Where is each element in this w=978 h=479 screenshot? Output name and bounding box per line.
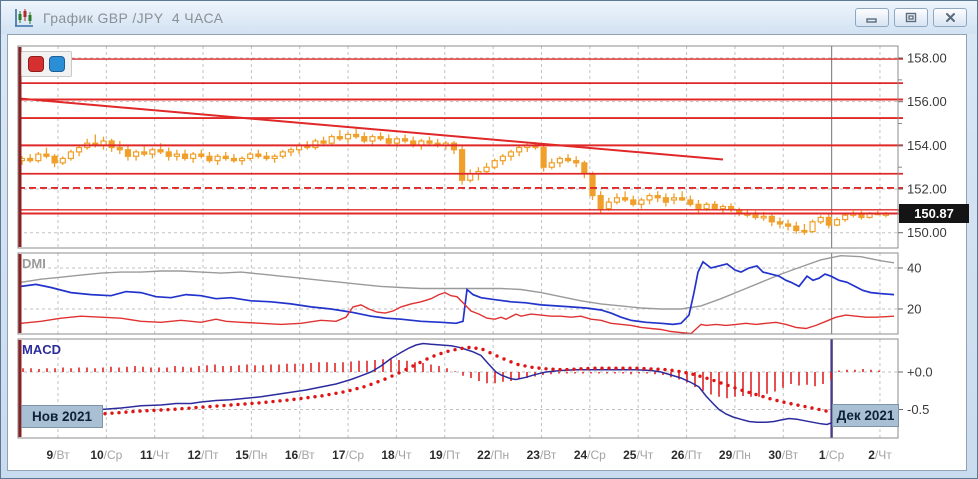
candles-layer [18, 127, 890, 235]
svg-text:156.00: 156.00 [907, 94, 947, 109]
svg-text:15/Пн: 15/Пн [235, 448, 267, 462]
current-price-tag: 150.87 [899, 204, 969, 223]
svg-text:+0.0: +0.0 [907, 365, 933, 380]
x-axis-labels: 9/Вт 10/Ср 11/Чт 12/Пт 15/Пн 16/Вт 17/Ср 18/Чт 1… [46, 448, 892, 462]
month-label-dec: Дек 2021 [832, 404, 899, 427]
svg-text:150.00: 150.00 [907, 225, 947, 240]
svg-text:30/Вт: 30/Вт [768, 448, 798, 462]
svg-text:-0.5: -0.5 [907, 402, 929, 417]
svg-text:23/Вт: 23/Вт [527, 448, 557, 462]
gridlines [18, 46, 898, 438]
dmi-axis: 40 20 [898, 260, 921, 316]
svg-text:12/Пт: 12/Пт [188, 448, 219, 462]
dmi-panel-label: DMI [22, 256, 46, 271]
svg-text:11/Чт: 11/Чт [140, 448, 170, 462]
blue-marker-button[interactable] [49, 56, 65, 72]
svg-text:22/Пн: 22/Пн [477, 448, 509, 462]
minus-di-line [20, 291, 895, 335]
svg-text:158.00: 158.00 [907, 51, 947, 66]
panel-borders [17, 45, 899, 439]
svg-text:16/Вт: 16/Вт [285, 448, 315, 462]
app-window: График GBP /JPY 4 ЧАСА 158.00 156.00 154.0… [0, 0, 978, 479]
svg-text:152.00: 152.00 [907, 182, 947, 197]
adx-line [20, 254, 895, 310]
svg-text:40: 40 [907, 260, 921, 275]
month-label-nov: Нов 2021 [21, 405, 103, 428]
svg-text:20: 20 [907, 301, 921, 316]
svg-text:18/Чт: 18/Чт [381, 448, 412, 462]
svg-text:9/Вт: 9/Вт [46, 448, 70, 462]
svg-text:10/Ср: 10/Ср [90, 448, 122, 462]
trendline [17, 97, 724, 161]
svg-text:1/Ср: 1/Ср [819, 448, 845, 462]
svg-text:17/Ср: 17/Ср [332, 448, 364, 462]
macd-axis: +0.0 -0.5 [898, 365, 933, 417]
macd-panel-label: MACD [22, 342, 61, 357]
svg-text:29/Пн: 29/Пн [719, 448, 751, 462]
chart-toolbar [21, 51, 72, 77]
svg-text:25/Чт: 25/Чт [623, 448, 654, 462]
macd-line [20, 342, 832, 426]
svg-text:154.00: 154.00 [907, 138, 947, 153]
svg-text:2/Чт: 2/Чт [868, 448, 892, 462]
red-marker-button[interactable] [28, 56, 44, 72]
svg-text:19/Пт: 19/Пт [429, 448, 460, 462]
svg-text:24/Ср: 24/Ср [574, 448, 606, 462]
svg-text:26/Пт: 26/Пт [671, 448, 702, 462]
